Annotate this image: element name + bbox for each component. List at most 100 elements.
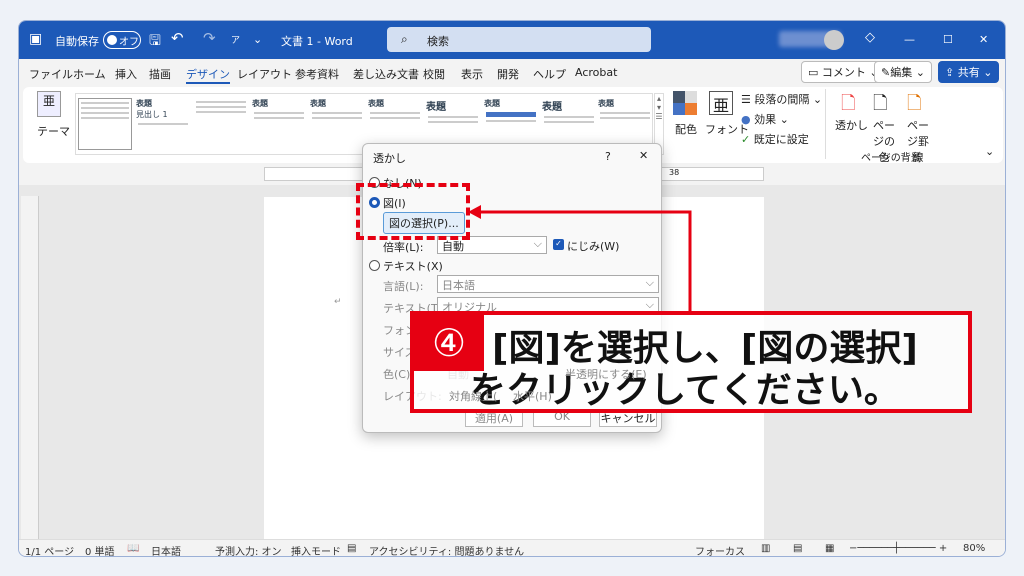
diamond-icon[interactable]: ◇ bbox=[865, 30, 875, 45]
pointer-arrow bbox=[468, 205, 692, 312]
language-status[interactable]: 日本語 bbox=[151, 543, 181, 556]
paragraph-spacing-button[interactable]: ☰ 段落の間隔 ⌄ bbox=[741, 91, 822, 107]
tab-home[interactable]: ホーム bbox=[73, 66, 106, 82]
paragraph-spacing-label: 段落の間隔 bbox=[754, 93, 810, 106]
search-box[interactable]: ⌕ 検索 bbox=[387, 27, 651, 52]
autosave-label: 自動保存 bbox=[55, 35, 99, 48]
style-item[interactable]: 表題 bbox=[252, 98, 306, 150]
tab-references[interactable]: 参考資料 bbox=[295, 66, 339, 82]
title-bar: ▣ 自動保存 オフ 🖫 ↶ ↷ ア ⌄ 文書 1 - Word ⌕ 検索 ◇ — … bbox=[19, 21, 1005, 59]
tab-draw[interactable]: 描画 bbox=[149, 66, 171, 82]
ruler-mark: 38 bbox=[669, 168, 680, 177]
style-heading: 表題 bbox=[252, 99, 268, 108]
word-count[interactable]: 0 単語 bbox=[85, 543, 115, 556]
autosave-toggle[interactable]: オフ bbox=[103, 31, 141, 49]
divider bbox=[825, 89, 826, 159]
style-item[interactable]: 表題 bbox=[310, 98, 364, 150]
undo-icon[interactable]: ↶ bbox=[171, 29, 184, 47]
check-circle-icon: ✓ bbox=[741, 133, 751, 146]
effects-label: 効果 bbox=[754, 113, 777, 126]
diagonal-option[interactable]: 対角線上( bbox=[449, 388, 497, 404]
style-sub: 見出し 1 bbox=[136, 110, 168, 119]
instruction-line-2: をクリックしてください。 bbox=[470, 370, 900, 411]
watermark-button[interactable]: 透かし bbox=[835, 117, 868, 133]
insert-mode-status[interactable]: 挿入モード bbox=[291, 543, 341, 556]
cancel-label: キャンセル bbox=[600, 412, 656, 425]
tab-insert[interactable]: 挿入 bbox=[115, 66, 137, 82]
avatar[interactable] bbox=[824, 30, 844, 50]
focus-button[interactable]: フォーカス bbox=[695, 543, 745, 556]
fonts-icon[interactable]: 亜 bbox=[709, 91, 733, 115]
dialog-title: 透かし bbox=[373, 152, 406, 165]
style-heading: 表題 bbox=[368, 99, 384, 108]
tab-acrobat[interactable]: Acrobat bbox=[575, 66, 617, 79]
tab-help[interactable]: ヘルプ bbox=[533, 66, 566, 82]
web-layout-icon[interactable]: ▦ bbox=[825, 543, 834, 554]
minimize-icon[interactable]: — bbox=[904, 33, 915, 46]
scale-value: 自動 bbox=[442, 240, 464, 253]
status-bar: 1/1 ページ 0 単語 📖 日本語 予測入力: オン 挿入モード ▤ アクセシ… bbox=[19, 539, 1005, 556]
language-label: 言語(L): bbox=[383, 280, 424, 293]
text-radio[interactable] bbox=[369, 260, 380, 271]
page-count[interactable]: 1/1 ページ bbox=[25, 543, 74, 556]
share-button[interactable]: ⇪ 共有 ⌄ bbox=[938, 61, 1000, 83]
print-layout-icon[interactable]: ▤ bbox=[793, 543, 802, 554]
colors-icon[interactable] bbox=[673, 91, 697, 115]
style-item[interactable] bbox=[194, 98, 248, 150]
group-label: ページの背景 bbox=[861, 153, 921, 164]
style-heading: 表題 bbox=[310, 99, 326, 108]
theme-icon[interactable]: 亜 bbox=[37, 91, 61, 117]
effects-icon: ● bbox=[741, 113, 751, 126]
effects-button[interactable]: ● 効果 ⌄ bbox=[741, 111, 789, 127]
style-heading: 表題 bbox=[426, 102, 446, 113]
tab-design[interactable]: デザイン bbox=[186, 66, 230, 84]
tab-file[interactable]: ファイル bbox=[29, 66, 73, 82]
theme-button[interactable]: テーマ bbox=[37, 123, 70, 139]
tab-review[interactable]: 校閲 bbox=[423, 66, 445, 82]
style-heading: 表題 bbox=[136, 99, 152, 108]
tab-developer[interactable]: 開発 bbox=[497, 66, 519, 82]
edit-label: 編集 bbox=[890, 66, 913, 79]
accessibility-status[interactable]: アクセシビリティ: 問題ありません bbox=[369, 543, 524, 556]
search-icon: ⌕ bbox=[401, 32, 408, 46]
highlight-box bbox=[356, 183, 470, 240]
close-icon[interactable]: ✕ bbox=[979, 33, 988, 46]
redo-icon[interactable]: ↷ bbox=[203, 29, 216, 47]
document-title: 文書 1 - Word bbox=[281, 35, 353, 48]
tab-layout[interactable]: レイアウト bbox=[237, 66, 292, 82]
colors-button[interactable]: 配色 bbox=[675, 121, 697, 137]
style-heading: 表題 bbox=[542, 102, 562, 113]
semitransparent-label: 半透明にする(E) bbox=[565, 368, 647, 381]
style-heading: 表題 bbox=[484, 99, 500, 108]
horizontal-option[interactable]: 水平(H) bbox=[513, 388, 552, 404]
tab-mailings[interactable]: 差し込み文書 bbox=[353, 66, 419, 82]
comment-button[interactable]: ▭ コメント ⌄ bbox=[801, 61, 886, 83]
style-item[interactable] bbox=[78, 98, 132, 150]
proofing-icon[interactable]: 📖 bbox=[127, 543, 139, 554]
search-placeholder: 検索 bbox=[427, 35, 449, 48]
predict-status[interactable]: 予測入力: オン bbox=[215, 543, 282, 556]
style-heading: 表題 bbox=[598, 99, 614, 108]
zoom-level[interactable]: 80% bbox=[963, 543, 985, 554]
format-icon[interactable]: ア bbox=[231, 33, 240, 46]
help-button[interactable]: ? bbox=[605, 150, 611, 163]
close-button[interactable]: ✕ bbox=[639, 149, 648, 162]
word-logo-icon: ▣ bbox=[29, 31, 43, 47]
comment-label: コメント bbox=[821, 66, 866, 79]
tab-view[interactable]: 表示 bbox=[461, 66, 483, 82]
style-item[interactable]: 表題見出し 1 bbox=[136, 98, 190, 150]
zoom-slider[interactable]: −──────┼────── + bbox=[849, 543, 947, 554]
toggle-label: オフ bbox=[119, 37, 139, 48]
set-default-button[interactable]: ✓ 既定に設定 bbox=[741, 131, 809, 147]
edit-button[interactable]: ✎編集 ⌄ bbox=[874, 61, 932, 83]
save-icon[interactable]: 🖫 bbox=[149, 30, 161, 54]
apply-label: 適用(A) bbox=[474, 412, 514, 425]
scale-label: 倍率(L): bbox=[383, 241, 424, 254]
collapse-ribbon-icon[interactable]: ⌄ bbox=[985, 145, 994, 158]
maximize-icon[interactable]: ☐ bbox=[943, 33, 953, 46]
customize-icon[interactable]: ⌄ bbox=[253, 33, 262, 46]
read-mode-icon[interactable]: ▥ bbox=[761, 543, 770, 554]
vertical-ruler[interactable] bbox=[21, 196, 39, 541]
macro-icon[interactable]: ▤ bbox=[347, 543, 356, 554]
paragraph-mark: ↵ bbox=[334, 297, 342, 307]
